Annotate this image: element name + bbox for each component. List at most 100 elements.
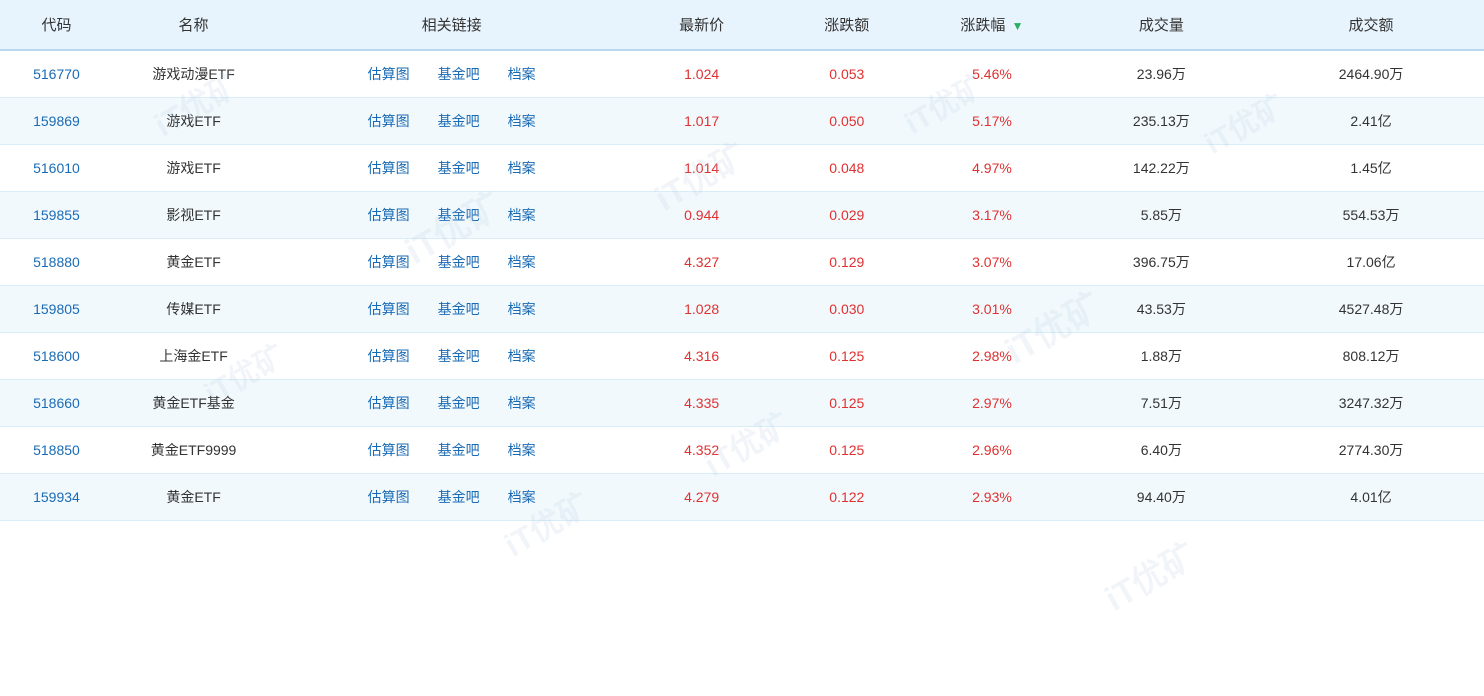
table-row: 518600上海金ETF估算图基金吧档案4.3160.1252.98%1.88万…: [0, 333, 1484, 380]
link-档案[interactable]: 档案: [508, 64, 536, 84]
cell-amount: 17.06亿: [1258, 239, 1484, 286]
link-档案[interactable]: 档案: [508, 299, 536, 319]
cell-code[interactable]: 518600: [0, 333, 113, 380]
cell-price: 1.024: [629, 50, 774, 98]
cell-price: 4.335: [629, 380, 774, 427]
cell-amount: 4527.48万: [1258, 286, 1484, 333]
link-档案[interactable]: 档案: [508, 487, 536, 507]
col-header-code: 代码: [0, 0, 113, 50]
link-基金吧[interactable]: 基金吧: [438, 487, 480, 507]
link-估算图[interactable]: 估算图: [368, 487, 410, 507]
link-估算图[interactable]: 估算图: [368, 111, 410, 131]
table-row: 516770游戏动漫ETF估算图基金吧档案1.0240.0535.46%23.9…: [0, 50, 1484, 98]
cell-vol: 7.51万: [1065, 380, 1259, 427]
link-基金吧[interactable]: 基金吧: [438, 252, 480, 272]
link-估算图[interactable]: 估算图: [368, 393, 410, 413]
cell-code[interactable]: 516010: [0, 145, 113, 192]
cell-change: 0.122: [774, 474, 919, 521]
cell-pct: 4.97%: [919, 145, 1064, 192]
cell-code[interactable]: 159805: [0, 286, 113, 333]
link-基金吧[interactable]: 基金吧: [438, 346, 480, 366]
link-档案[interactable]: 档案: [508, 158, 536, 178]
col-header-amount: 成交额: [1258, 0, 1484, 50]
cell-vol: 23.96万: [1065, 50, 1259, 98]
cell-name: 传媒ETF: [113, 286, 274, 333]
cell-code[interactable]: 518880: [0, 239, 113, 286]
cell-vol: 396.75万: [1065, 239, 1259, 286]
cell-change: 0.129: [774, 239, 919, 286]
cell-code[interactable]: 159855: [0, 192, 113, 239]
link-档案[interactable]: 档案: [508, 252, 536, 272]
cell-links: 估算图 基金吧 档案: [274, 427, 629, 474]
link-估算图[interactable]: 估算图: [368, 440, 410, 460]
link-估算图[interactable]: 估算图: [368, 205, 410, 225]
table-header-row: 代码 名称 相关链接 最新价 涨跌额 涨跌幅 ▼ 成交量 成交额: [0, 0, 1484, 50]
cell-links: 估算图 基金吧 档案: [274, 474, 629, 521]
cell-name: 影视ETF: [113, 192, 274, 239]
table-row: 516010游戏ETF估算图基金吧档案1.0140.0484.97%142.22…: [0, 145, 1484, 192]
cell-links: 估算图 基金吧 档案: [274, 192, 629, 239]
link-基金吧[interactable]: 基金吧: [438, 64, 480, 84]
cell-change: 0.050: [774, 98, 919, 145]
link-基金吧[interactable]: 基金吧: [438, 158, 480, 178]
link-档案[interactable]: 档案: [508, 393, 536, 413]
cell-change: 0.030: [774, 286, 919, 333]
cell-price: 0.944: [629, 192, 774, 239]
cell-code[interactable]: 159934: [0, 474, 113, 521]
cell-vol: 142.22万: [1065, 145, 1259, 192]
col-header-change: 涨跌额: [774, 0, 919, 50]
cell-price: 4.279: [629, 474, 774, 521]
table-row: 159805传媒ETF估算图基金吧档案1.0280.0303.01%43.53万…: [0, 286, 1484, 333]
cell-code[interactable]: 516770: [0, 50, 113, 98]
link-估算图[interactable]: 估算图: [368, 346, 410, 366]
cell-price: 4.327: [629, 239, 774, 286]
link-基金吧[interactable]: 基金吧: [438, 440, 480, 460]
cell-price: 1.014: [629, 145, 774, 192]
link-基金吧[interactable]: 基金吧: [438, 393, 480, 413]
cell-change: 0.125: [774, 333, 919, 380]
cell-name: 黄金ETF: [113, 474, 274, 521]
cell-vol: 94.40万: [1065, 474, 1259, 521]
link-估算图[interactable]: 估算图: [368, 64, 410, 84]
cell-links: 估算图 基金吧 档案: [274, 333, 629, 380]
cell-name: 黄金ETF: [113, 239, 274, 286]
cell-pct: 5.17%: [919, 98, 1064, 145]
link-档案[interactable]: 档案: [508, 440, 536, 460]
cell-pct: 2.93%: [919, 474, 1064, 521]
cell-links: 估算图 基金吧 档案: [274, 98, 629, 145]
link-估算图[interactable]: 估算图: [368, 299, 410, 319]
cell-name: 黄金ETF9999: [113, 427, 274, 474]
cell-pct: 3.07%: [919, 239, 1064, 286]
link-档案[interactable]: 档案: [508, 111, 536, 131]
cell-code[interactable]: 518660: [0, 380, 113, 427]
cell-name: 黄金ETF基金: [113, 380, 274, 427]
table-row: 159855影视ETF估算图基金吧档案0.9440.0293.17%5.85万5…: [0, 192, 1484, 239]
link-基金吧[interactable]: 基金吧: [438, 205, 480, 225]
cell-price: 4.316: [629, 333, 774, 380]
cell-vol: 43.53万: [1065, 286, 1259, 333]
link-估算图[interactable]: 估算图: [368, 252, 410, 272]
cell-change: 0.029: [774, 192, 919, 239]
link-基金吧[interactable]: 基金吧: [438, 111, 480, 131]
etf-table: 代码 名称 相关链接 最新价 涨跌额 涨跌幅 ▼ 成交量 成交额 516770游…: [0, 0, 1484, 521]
cell-vol: 1.88万: [1065, 333, 1259, 380]
col-header-price: 最新价: [629, 0, 774, 50]
cell-pct: 3.01%: [919, 286, 1064, 333]
link-基金吧[interactable]: 基金吧: [438, 299, 480, 319]
cell-price: 1.017: [629, 98, 774, 145]
sort-down-icon: ▼: [1012, 19, 1024, 33]
col-header-vol: 成交量: [1065, 0, 1259, 50]
cell-vol: 6.40万: [1065, 427, 1259, 474]
cell-code[interactable]: 518850: [0, 427, 113, 474]
col-header-links: 相关链接: [274, 0, 629, 50]
cell-change: 0.048: [774, 145, 919, 192]
etf-table-container: 代码 名称 相关链接 最新价 涨跌额 涨跌幅 ▼ 成交量 成交额 516770游…: [0, 0, 1484, 521]
cell-amount: 2.41亿: [1258, 98, 1484, 145]
col-header-pct[interactable]: 涨跌幅 ▼: [919, 0, 1064, 50]
link-档案[interactable]: 档案: [508, 205, 536, 225]
cell-code[interactable]: 159869: [0, 98, 113, 145]
link-估算图[interactable]: 估算图: [368, 158, 410, 178]
link-档案[interactable]: 档案: [508, 346, 536, 366]
cell-links: 估算图 基金吧 档案: [274, 145, 629, 192]
table-row: 518880黄金ETF 估算图 基金吧 档案 4.3270.1293.07%396.75…: [0, 239, 1484, 286]
